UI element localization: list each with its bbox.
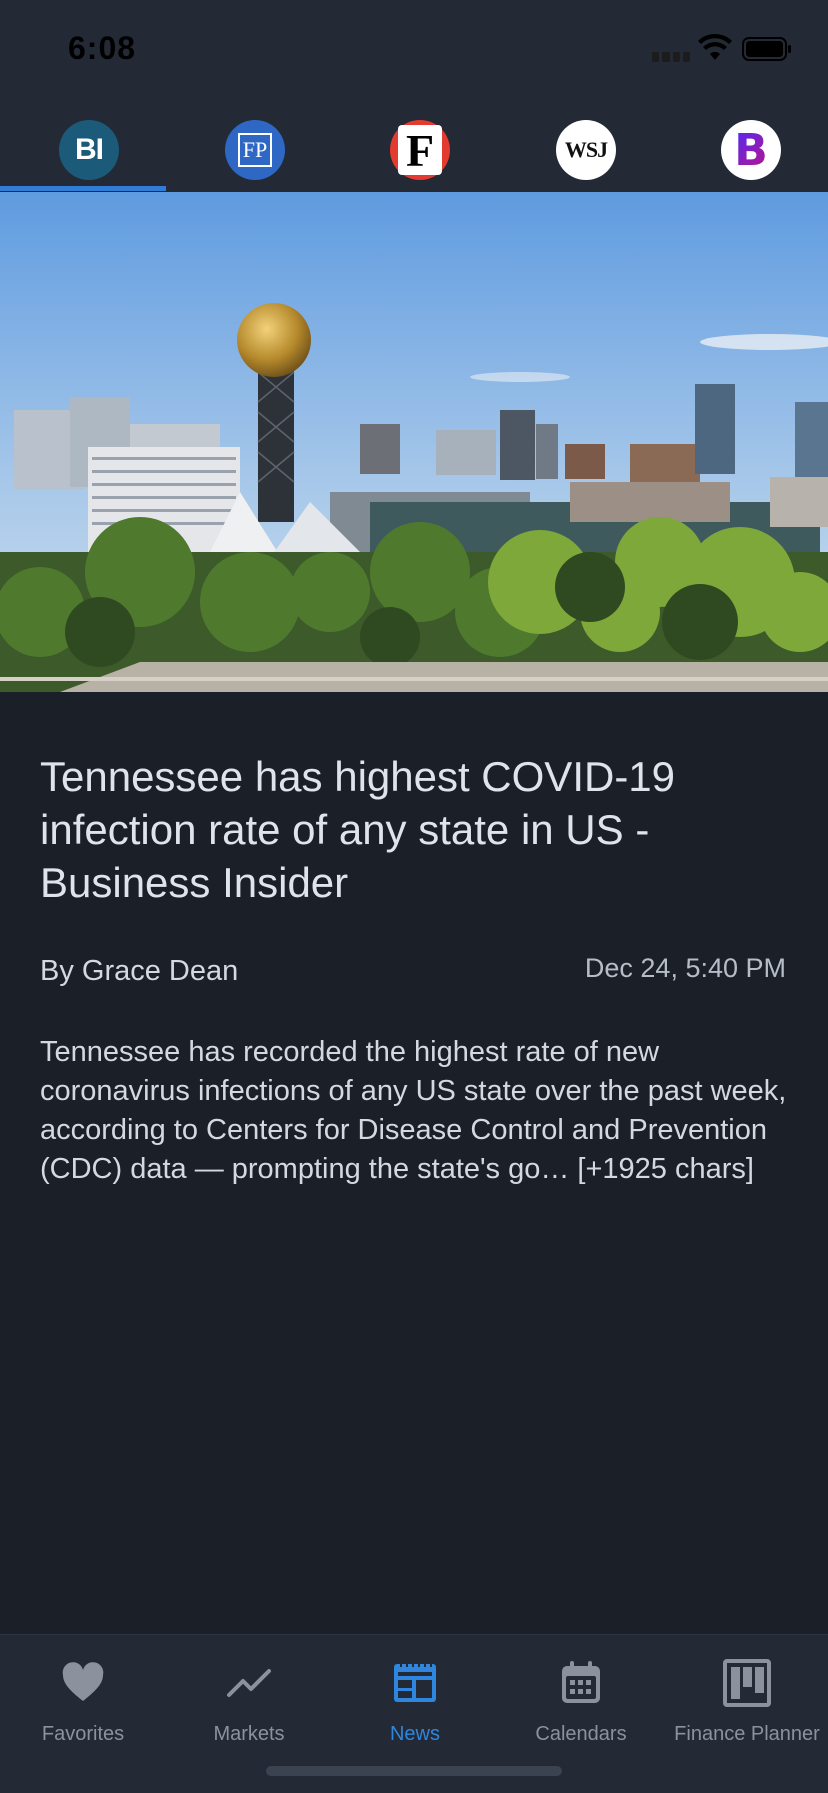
heart-icon — [62, 1662, 104, 1701]
source-logo-text: FP — [242, 137, 268, 162]
tab-finance-planner[interactable]: Finance Planner — [664, 1645, 828, 1755]
status-bar: 6:08 — [0, 0, 828, 100]
source-logo-text: F — [405, 124, 435, 176]
source-wsj[interactable]: WSJ — [556, 120, 616, 180]
tab-news[interactable]: News — [332, 1645, 498, 1755]
article-author: By Grace Dean — [40, 955, 239, 987]
status-time: 6:08 — [68, 30, 137, 66]
trend-line-icon — [227, 1669, 271, 1697]
battery-icon — [742, 37, 791, 61]
tab-label: Finance Planner — [674, 1723, 820, 1745]
newspaper-icon — [394, 1662, 436, 1702]
tab-calendars[interactable]: Calendars — [498, 1645, 664, 1755]
news-source-tabs: BI FP F WSJ B — [0, 100, 828, 192]
home-indicator[interactable] — [266, 1766, 562, 1776]
source-bloomberg[interactable]: B — [721, 120, 781, 180]
cellular-signal-icon — [652, 52, 690, 62]
active-source-indicator — [0, 186, 166, 191]
source-forbes[interactable]: F — [390, 120, 450, 180]
article-summary: Tennessee has recorded the highest rate … — [40, 1036, 787, 1185]
tab-favorites[interactable]: Favorites — [0, 1645, 166, 1755]
wifi-icon — [698, 34, 732, 60]
tab-label: Favorites — [41, 1723, 125, 1745]
tab-label: News — [389, 1723, 440, 1745]
tab-label: Calendars — [535, 1723, 627, 1745]
source-logo-text: B — [734, 124, 768, 176]
article-image[interactable] — [0, 192, 828, 692]
source-financial-post[interactable]: FP — [225, 120, 285, 180]
source-business-insider[interactable]: BI — [59, 120, 119, 180]
calendar-icon — [562, 1661, 600, 1703]
kanban-icon — [723, 1659, 771, 1707]
tab-label: Markets — [213, 1723, 285, 1745]
tab-markets[interactable]: Markets — [166, 1645, 332, 1755]
source-logo-text: WSJ — [564, 137, 608, 162]
article-date: Dec 24, 5:40 PM — [584, 953, 786, 983]
source-logo-text: BI — [75, 133, 104, 166]
article-title[interactable]: Tennessee has highest COVID-19 infection… — [40, 750, 790, 909]
